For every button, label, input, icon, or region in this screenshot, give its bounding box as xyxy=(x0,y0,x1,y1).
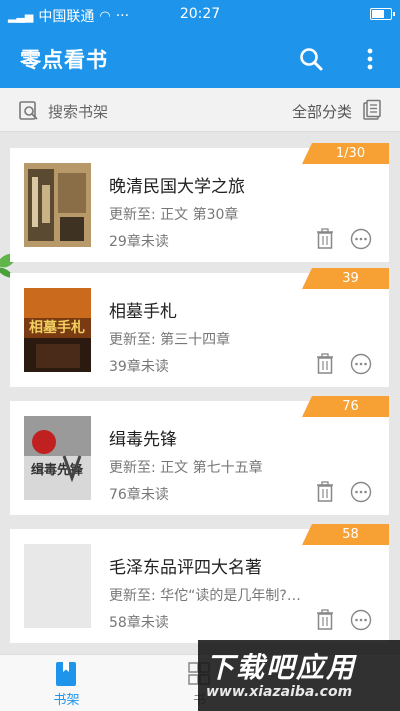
book-card[interactable]: 76 缉毒先锋 缉毒先锋 更新至: 正文 第七十五章 76章未读 xyxy=(10,396,389,515)
book-cover-placeholder[interactable] xyxy=(24,544,91,628)
watermark-url: www.xiazaiba.com xyxy=(206,684,353,700)
category-list-icon[interactable] xyxy=(362,99,382,121)
book-title: 相墓手札 xyxy=(109,302,177,322)
more-vertical-icon[interactable] xyxy=(360,45,380,73)
book-update: 更新至: 正文 第七十五章 xyxy=(109,460,263,476)
watermark: 下载吧应用 www.xiazaiba.com xyxy=(198,640,400,711)
all-categories-button[interactable]: 全部分类 xyxy=(292,101,352,122)
progress-badge: 1/30 xyxy=(302,143,389,164)
bookshelf-icon xyxy=(56,662,76,686)
book-card[interactable]: 58 毛泽东品评四大名著 更新至: 华佗“读的是几年制?… 58章未读 xyxy=(10,524,389,643)
app-title: 零点看书 xyxy=(20,48,108,72)
book-unread: 39章未读 xyxy=(109,359,169,375)
trash-icon[interactable] xyxy=(315,353,335,375)
book-card[interactable]: 1/30 晚清民国大学之旅 更新至: 正文 第30章 29章未读 xyxy=(10,143,389,262)
book-unread: 76章未读 xyxy=(109,487,169,503)
progress-badge: 76 xyxy=(302,396,389,417)
more-options-icon[interactable] xyxy=(350,481,372,503)
battery-icon xyxy=(370,8,395,20)
book-cover-image[interactable] xyxy=(24,163,91,247)
book-card[interactable]: 39 相墓手札 相墓手札 更新至: 第三十四章 39章未读 xyxy=(10,268,389,387)
progress-badge: 39 xyxy=(302,268,389,289)
book-title: 晚清民国大学之旅 xyxy=(109,177,245,197)
search-bookshelf-input[interactable]: 搜索书架 xyxy=(48,101,108,122)
trash-icon[interactable] xyxy=(315,228,335,250)
search-book-icon[interactable] xyxy=(18,100,40,122)
book-update: 更新至: 华佗“读的是几年制?… xyxy=(109,588,301,604)
search-row: 搜索书架 全部分类 xyxy=(0,88,400,132)
status-bar: ▂▃▅ 中国联通 ◠ ··· 20:27 xyxy=(0,0,400,30)
search-icon[interactable] xyxy=(297,45,325,73)
book-unread: 29章未读 xyxy=(109,234,169,250)
watermark-logo-text: 下载吧应用 xyxy=(206,651,357,684)
svg-text:相墓手札: 相墓手札 xyxy=(29,319,85,336)
app-bar: 零点看书 xyxy=(0,30,400,88)
tab-label: 书架 xyxy=(53,693,80,708)
progress-badge: 58 xyxy=(302,524,389,545)
status-time: 20:27 xyxy=(179,6,221,22)
more-options-icon[interactable] xyxy=(350,609,372,631)
book-cover-image[interactable]: 缉毒先锋 xyxy=(24,416,91,500)
book-unread: 58章未读 xyxy=(109,615,169,631)
book-update: 更新至: 正文 第30章 xyxy=(109,207,239,223)
more-options-icon[interactable] xyxy=(350,228,372,250)
more-options-icon[interactable] xyxy=(350,353,372,375)
tab-bookshelf[interactable]: 书架 xyxy=(0,655,133,711)
book-title: 缉毒先锋 xyxy=(109,430,177,450)
trash-icon[interactable] xyxy=(315,609,335,631)
book-title: 毛泽东品评四大名著 xyxy=(109,558,262,578)
book-update: 更新至: 第三十四章 xyxy=(109,332,231,348)
trash-icon[interactable] xyxy=(315,481,335,503)
book-cover-image[interactable]: 相墓手札 xyxy=(24,288,91,372)
